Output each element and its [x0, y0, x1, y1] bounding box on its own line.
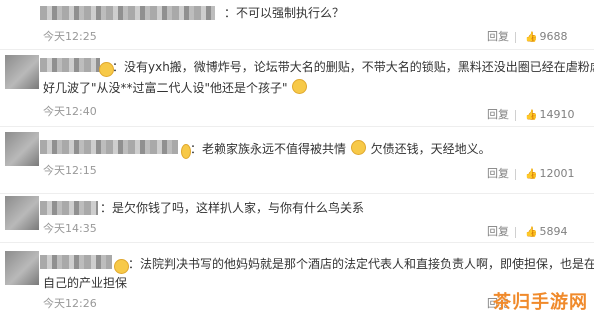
avatar — [5, 251, 39, 285]
like-button[interactable]: 👍 14910 — [525, 108, 574, 123]
thumbs-up-icon: 👍 — [525, 169, 538, 180]
reply-button[interactable]: 回复 — [487, 30, 509, 44]
reply-button[interactable]: 回复 — [487, 108, 509, 122]
comment-1: ：不可以强制执行么？ 今天12:25 回复 👍 9688 — [0, 0, 594, 50]
reply-button[interactable]: 回复 — [487, 167, 509, 181]
comment-3: ：老赖家族永远不值得被共情 欠债还钱，天经地义。 今天12:15 回复 👍 120… — [0, 127, 594, 193]
separator — [515, 227, 516, 238]
censored-username — [40, 58, 100, 72]
reply-button[interactable]: 回复 — [487, 225, 509, 239]
comment-time: 今天14:35 — [43, 222, 97, 235]
crying-emoji-icon — [292, 79, 308, 94]
comment-text: ：没有yxh搬，微博炸号，论坛带大名的删贴，不带大名的锁贴，黑料还没出圈已经在虐… — [112, 60, 594, 74]
separator — [515, 110, 516, 121]
comment-text-line-2: 自己的产业担保 — [43, 276, 128, 290]
censored-username — [40, 140, 178, 154]
comment-time: 今天12:25 — [43, 30, 97, 43]
like-count: 14910 — [539, 108, 575, 121]
comment-text: ：老赖家族永远不值得被共情 欠债还钱，天经地义。 — [190, 140, 491, 156]
comment-2: ：没有yxh搬，微博炸号，论坛带大名的删贴，不带大名的锁贴，黑料还没出圈已经在虐… — [0, 50, 594, 126]
avatar — [5, 132, 39, 166]
comment-time: 今天12:26 — [43, 297, 97, 310]
comment-time: 今天12:40 — [43, 105, 97, 118]
censored-username — [40, 6, 215, 20]
site-watermark: 茶归手游网 — [493, 292, 588, 313]
like-count: 9688 — [539, 30, 568, 43]
thumbs-up-icon: 👍 — [525, 227, 538, 238]
comment-time: 今天12:15 — [43, 164, 97, 177]
grinning-emoji-icon — [350, 140, 366, 155]
censored-username — [40, 255, 112, 269]
comment-text: ：法院判决书写的他妈妈就是那个酒店的法定代表人和直接负责人啊，即使担保，也是在给 — [128, 257, 594, 271]
comment-text: ：是欠你钱了吗，这样扒人家，与你有什么鸟关系 — [100, 201, 365, 215]
like-count: 5894 — [539, 225, 568, 238]
separator — [515, 169, 516, 180]
separator — [515, 32, 516, 43]
comment-text: ：不可以强制执行么？ — [224, 6, 345, 20]
like-button[interactable]: 👍 12001 — [525, 167, 574, 182]
like-button[interactable]: 👍 5894 — [525, 225, 567, 240]
thumbs-up-icon: 👍 — [525, 32, 538, 43]
smiley-emoji-icon — [114, 259, 129, 274]
avatar — [5, 196, 39, 230]
thumbs-up-icon: 👍 — [525, 110, 538, 121]
censored-username — [40, 201, 98, 215]
comment-text-line-2: 好几波了"从没**过富二代人设"他还是个孩子" — [43, 79, 308, 97]
like-count: 12001 — [539, 167, 575, 180]
avatar — [5, 55, 39, 89]
like-button[interactable]: 👍 9688 — [525, 30, 567, 45]
comment-4: ：是欠你钱了吗，这样扒人家，与你有什么鸟关系 今天14:35 回复 👍 5894 — [0, 194, 594, 242]
